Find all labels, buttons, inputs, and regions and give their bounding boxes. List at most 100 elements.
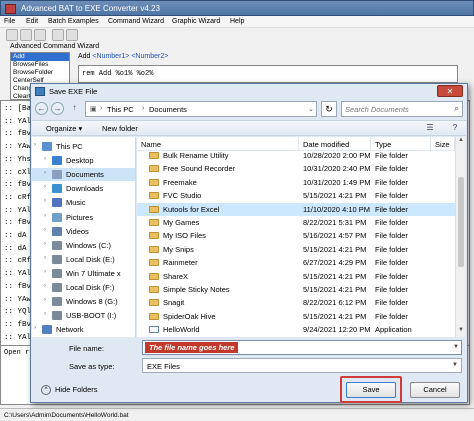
dialog-titlebar[interactable]: Save EXE File ✕ (31, 84, 467, 99)
file-row[interactable]: FVC Studio 5/15/2021 4:21 PM File folder (137, 189, 455, 202)
wizard-command-field[interactable]: rem Add %o1% %o2% (78, 65, 458, 83)
file-name: Rainmeter (163, 258, 198, 268)
file-row[interactable]: SpiderOak Hive 5/15/2021 4:21 PM File fold… (137, 310, 455, 323)
file-row[interactable]: Simple Sticky Notes 5/15/2021 4:21 PM File… (137, 283, 455, 296)
expand-chevron-icon[interactable]: › (44, 198, 46, 204)
expand-chevron-icon[interactable]: › (44, 184, 46, 190)
nav-item[interactable]: › Network (32, 323, 135, 336)
nav-item[interactable]: › Music (32, 196, 135, 209)
back-button[interactable]: ← (35, 102, 48, 115)
computer-icon (42, 142, 52, 151)
nav-item[interactable]: › Documents (32, 168, 135, 182)
file-row[interactable]: My Games 8/22/2021 5:31 PM File folder (137, 216, 455, 229)
file-row[interactable]: My Snips 5/15/2021 4:21 PM File folder (137, 243, 455, 256)
menu-file[interactable]: File (4, 18, 15, 25)
address-bar[interactable]: ▣ › This PC › Documents ⌄ (85, 101, 317, 117)
scroll-thumb[interactable] (458, 177, 464, 267)
file-row[interactable]: Bulk Rename Utility 10/28/2020 2:00 PM Fil… (137, 149, 455, 162)
expand-chevron-icon[interactable]: › (44, 297, 46, 303)
menu-help[interactable]: Help (230, 18, 244, 25)
nav-item[interactable]: › Local Disk (E:) (32, 253, 135, 266)
expand-chevron-icon[interactable]: › (44, 311, 46, 317)
nav-item[interactable]: › Local Disk (F:) (32, 281, 135, 294)
file-name-input[interactable]: The file name goes here ▼ (142, 340, 462, 355)
expand-chevron-icon[interactable]: › (44, 283, 46, 289)
organize-button[interactable]: Organize ▾ (46, 124, 82, 133)
forward-button[interactable]: → (51, 102, 64, 115)
menu-edit[interactable]: Edit (26, 18, 38, 25)
expand-chevron-icon[interactable]: › (44, 213, 46, 219)
file-row[interactable]: My ISO Files 5/16/2021 4:57 PM File folder (137, 229, 455, 242)
search-input[interactable] (345, 104, 445, 115)
breadcrumb-documents[interactable]: Documents (149, 105, 187, 114)
app-titlebar[interactable]: Advanced BAT to EXE Converter v4.23 (0, 0, 474, 16)
menu-command-wizard[interactable]: Command Wizard (108, 18, 164, 25)
nav-item[interactable]: › Videos (32, 225, 135, 238)
breadcrumb-this-pc[interactable]: This PC (107, 105, 134, 114)
nav-item[interactable]: › Windows (C:) (32, 239, 135, 252)
save-type-select[interactable]: EXE Files ▼ (142, 358, 462, 373)
wizard-item[interactable]: Add (11, 53, 69, 61)
search-box[interactable]: ⌕ (341, 101, 463, 117)
expand-chevron-icon[interactable]: › (34, 325, 36, 331)
expand-chevron-icon[interactable]: › (44, 255, 46, 261)
wizard-item[interactable]: BrowseFiles (11, 61, 69, 69)
file-row[interactable]: Kutools for Excel 11/10/2020 4:10 PM File … (137, 202, 455, 216)
new-folder-button[interactable]: New folder (102, 124, 138, 133)
nav-item[interactable]: › Desktop (32, 154, 135, 167)
nav-item[interactable]: › Downloads (32, 182, 135, 195)
expand-chevron-icon[interactable]: › (34, 142, 36, 148)
file-list[interactable]: Name ^ Date modified Type Size ▲ ▼ Bulk R… (137, 137, 465, 337)
nav-item[interactable]: › Win 7 Ultimate x (32, 267, 135, 280)
toolbar-build-icon[interactable] (52, 29, 64, 41)
nav-item[interactable]: › This PC (32, 140, 135, 153)
expand-chevron-icon[interactable]: › (44, 170, 46, 176)
toolbar-open-icon[interactable] (20, 29, 32, 41)
file-row[interactable]: Snagit 8/22/2021 6:12 PM File folder (137, 296, 455, 309)
scroll-up-icon[interactable]: ▲ (456, 137, 465, 147)
chevron-down-icon[interactable]: ▼ (453, 344, 459, 350)
folder-icon (149, 232, 159, 240)
dialog-close-button[interactable]: ✕ (437, 85, 463, 97)
expand-chevron-icon[interactable]: › (44, 156, 46, 162)
chevron-down-icon[interactable]: ▼ (452, 362, 458, 368)
expand-chevron-icon[interactable]: › (44, 227, 46, 233)
chevron-down-icon[interactable]: ⌄ (308, 105, 314, 113)
hide-folders-toggle[interactable]: ^ Hide Folders (41, 385, 98, 396)
file-name: HelloWorld (163, 325, 200, 335)
file-row[interactable]: Free Sound Recorder 10/31/2020 2:40 PM Fil… (137, 162, 455, 175)
cancel-button[interactable]: Cancel (410, 382, 460, 398)
expand-chevron-icon[interactable]: › (44, 269, 46, 275)
save-button[interactable]: Save (346, 382, 396, 398)
nav-item[interactable]: › Pictures (32, 211, 135, 224)
pictures-icon (52, 212, 62, 222)
navigation-pane[interactable]: › This PC › Desktop › Documents › Downloads › Mus… (32, 137, 136, 337)
view-options-icon[interactable]: ☰ (424, 123, 436, 134)
nav-item-label: Local Disk (F:) (66, 283, 115, 292)
expand-chevron-icon[interactable]: › (44, 241, 46, 247)
drive-icon (52, 268, 62, 278)
menu-batch-examples[interactable]: Batch Examples (48, 18, 99, 25)
help-icon[interactable]: ? (449, 123, 461, 134)
toolbar-save-icon[interactable] (34, 29, 46, 41)
code-line: :: [Ba (4, 105, 32, 113)
nav-item[interactable]: › USB-BOOT (I:) (32, 309, 135, 322)
menu-graphic-wizard[interactable]: Graphic Wizard (172, 18, 220, 25)
save-file-dialog: Save EXE File ✕ ← → ↑ ▣ › This PC › Docu… (30, 83, 468, 403)
file-row[interactable]: Rainmeter 6/27/2021 4:29 PM File folder (137, 256, 455, 269)
file-row[interactable]: HelloWorld 9/24/2021 12:20 PM Application (137, 323, 455, 336)
toolbar-new-icon[interactable] (6, 29, 18, 41)
file-row[interactable]: Freemake 10/31/2020 1:49 PM File folder (137, 176, 455, 189)
scroll-down-icon[interactable]: ▼ (456, 327, 465, 337)
code-line: :: YAl (4, 333, 32, 342)
file-list-scrollbar[interactable]: ▲ ▼ (455, 137, 465, 337)
code-line: :: cXl (4, 168, 32, 177)
toolbar-run-icon[interactable] (66, 29, 78, 41)
wizard-item[interactable]: BrowseFolder (11, 69, 69, 77)
refresh-button[interactable]: ↻ (321, 101, 337, 117)
file-row[interactable]: ShareX 5/15/2021 4:21 PM File folder (137, 270, 455, 283)
folder-icon (149, 299, 159, 307)
dialog-command-bar: Organize ▾ New folder ☰ ? (32, 120, 466, 136)
nav-item[interactable]: › Windows 8 (G:) (32, 295, 135, 308)
up-button[interactable]: ↑ (68, 102, 81, 115)
